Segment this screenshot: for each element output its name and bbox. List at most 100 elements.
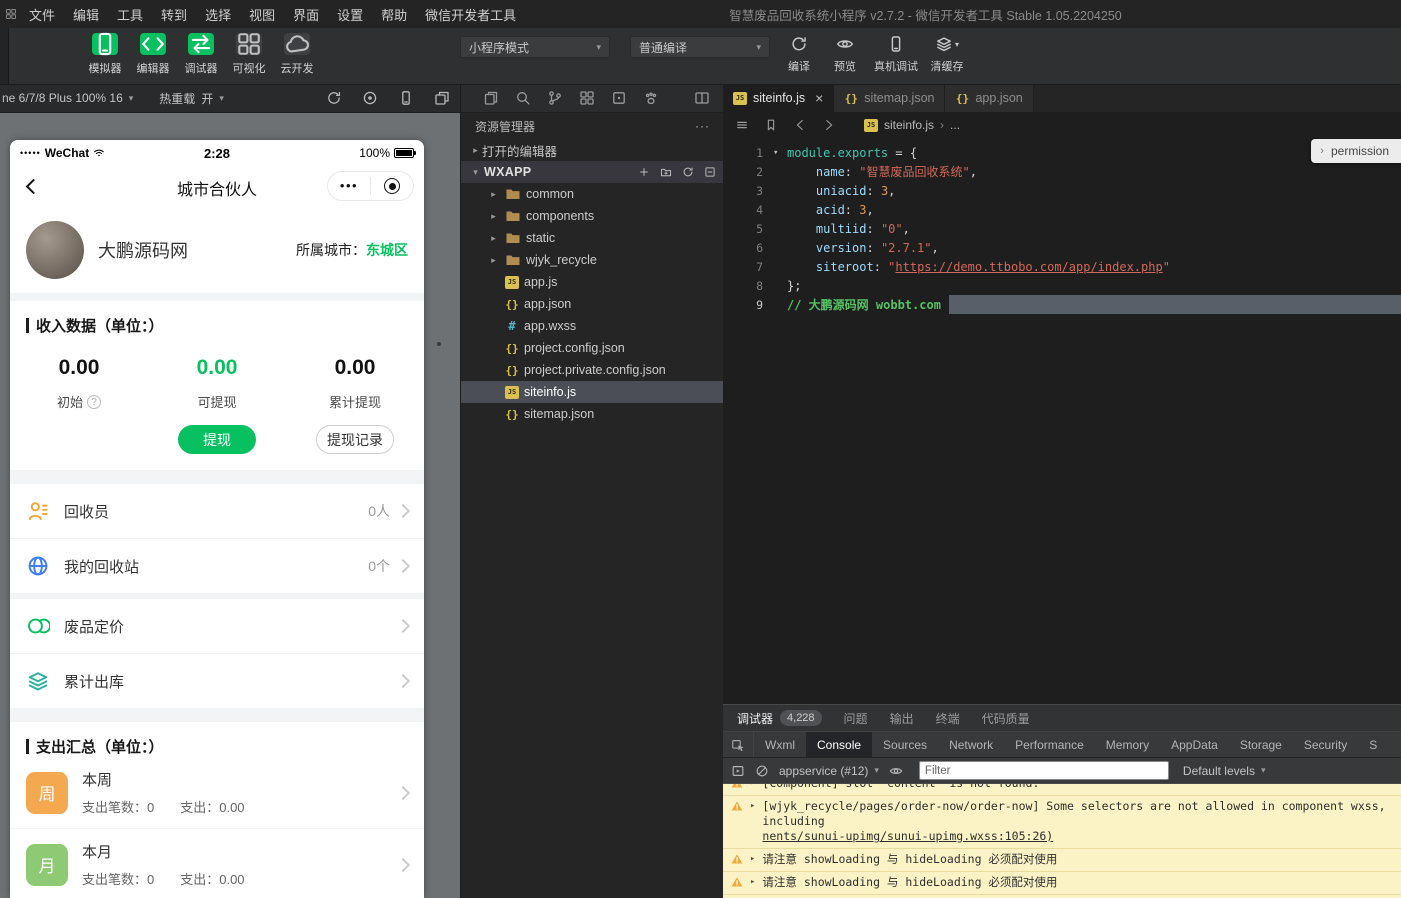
code-line[interactable]: 4 acid: 3, — [723, 200, 1401, 219]
console-warning[interactable]: ▸ [Component] slot "content" is not foun… — [723, 784, 1401, 796]
tree-item-project.private.config.json[interactable]: {} project.private.config.json — [461, 359, 724, 381]
compile-button[interactable]: 编译 — [782, 34, 816, 74]
permission-popup[interactable]: › permission — [1311, 139, 1401, 163]
nav-back-button[interactable] — [793, 118, 807, 132]
devtools-tab-Memory[interactable]: Memory — [1095, 732, 1160, 757]
menubar-item[interactable]: 转到 — [152, 5, 196, 24]
devtools-tab-Sources[interactable]: Sources — [872, 732, 938, 757]
menubar-item[interactable]: 界面 — [284, 5, 328, 24]
menubar-item[interactable]: 文件 — [20, 5, 64, 24]
code-line[interactable]: 6 version: "2.7.1", — [723, 238, 1401, 257]
menubar-item[interactable]: 微信开发者工具 — [416, 5, 525, 24]
menubar-item[interactable]: 设置 — [328, 5, 372, 24]
refresh-explorer-button[interactable] — [682, 166, 694, 178]
pet-button[interactable] — [643, 90, 659, 106]
more-menu-button[interactable]: ••• — [328, 172, 370, 200]
code-line[interactable]: 9 // 大鹏源码网 wobbt.com — [723, 295, 1401, 314]
simulator-button[interactable]: 模拟器 — [88, 33, 122, 76]
editor-tab-sitemap.json[interactable]: {} sitemap.json — [834, 84, 945, 112]
clear-cache-button[interactable]: ▾ 清缓存 — [930, 34, 964, 74]
console-warning[interactable]: ▸ 请注意 showLoading 与 hideLoading 必须配对使用 — [723, 872, 1401, 895]
devtools-tab-Network[interactable]: Network — [938, 732, 1004, 757]
code-editor[interactable]: 1 ▾ module.exports = { 2 name: "智慧废品回收系统… — [723, 138, 1401, 705]
search-button[interactable] — [515, 90, 531, 106]
phone-frame-button[interactable] — [398, 90, 414, 106]
more-actions-button[interactable]: ··· — [695, 119, 710, 133]
tree-item-project.config.json[interactable]: {} project.config.json — [461, 337, 724, 359]
home-button[interactable] — [371, 178, 413, 194]
screenshot-button[interactable] — [362, 90, 378, 106]
code-line[interactable]: 1 ▾ module.exports = { — [723, 143, 1401, 162]
expand-caret-icon[interactable]: ▸ — [750, 801, 755, 811]
expand-caret-icon[interactable]: ▸ — [750, 854, 755, 864]
expense-item-month[interactable]: 月 本月 支出笔数：0支出：0.00 — [10, 828, 424, 898]
refresh-button[interactable] — [326, 90, 342, 106]
device-select[interactable]: ne 6/7/8 Plus 100% 16 ▾ — [2, 91, 133, 105]
new-file-button[interactable] — [638, 166, 650, 178]
clear-console-button[interactable] — [755, 764, 769, 778]
files-button[interactable] — [483, 90, 499, 106]
menubar-item[interactable]: 帮助 — [372, 5, 416, 24]
outline-button[interactable] — [735, 118, 749, 132]
expense-item-week[interactable]: 周 本周 支出笔数：0支出：0.00 — [10, 757, 424, 828]
menu-item-total-outbound[interactable]: 累计出库 — [10, 653, 424, 708]
console-filter-input[interactable] — [919, 761, 1169, 780]
remote-debug-button[interactable]: 真机调试 — [874, 34, 918, 74]
code-line[interactable]: 5 multiid: "0", — [723, 219, 1401, 238]
breadcrumb-more[interactable]: ... — [950, 118, 960, 132]
withdraw-record-button[interactable]: 提现记录 — [316, 425, 394, 454]
help-icon[interactable]: ? — [87, 395, 101, 409]
menubar-item[interactable]: 视图 — [240, 5, 284, 24]
panel-tab-problems[interactable]: 问题 — [844, 710, 868, 727]
panel-tab-code-quality[interactable]: 代码质量 — [982, 710, 1030, 727]
menubar-item[interactable]: 工具 — [108, 5, 152, 24]
widgets-button[interactable] — [611, 90, 627, 106]
source-link[interactable]: nents/sunui-upimg/sunui-upimg.wxss:105:2… — [762, 829, 1053, 843]
new-folder-button[interactable] — [660, 166, 672, 178]
devtools-tab-S[interactable]: S — [1358, 732, 1388, 757]
code-line[interactable]: 7 siteroot: "https://demo.ttbobo.com/app… — [723, 257, 1401, 276]
extensions-button[interactable] — [579, 90, 595, 106]
expand-caret-icon[interactable]: ▸ — [750, 877, 755, 887]
menubar-item[interactable]: 编辑 — [64, 5, 108, 24]
tree-item-siteinfo.js[interactable]: JS siteinfo.js — [461, 381, 724, 403]
devtools-tab-AppData[interactable]: AppData — [1160, 732, 1229, 757]
bookmark-button[interactable] — [764, 118, 778, 132]
devtools-tab-Performance[interactable]: Performance — [1004, 732, 1095, 757]
tree-item-components[interactable]: ▸ components — [461, 205, 724, 227]
menu-item-scrap-pricing[interactable]: 废品定价 — [10, 599, 424, 653]
devtools-tab-Console[interactable]: Console — [806, 732, 872, 757]
log-levels-select[interactable]: Default levels ▾ — [1183, 764, 1266, 778]
collapse-all-button[interactable] — [704, 166, 716, 178]
multi-window-button[interactable] — [434, 90, 450, 106]
panel-tab-output[interactable]: 输出 — [890, 710, 914, 727]
source-control-button[interactable] — [547, 90, 563, 106]
tree-item-static[interactable]: ▸ static — [461, 227, 724, 249]
preview-button[interactable]: 预览 — [828, 34, 862, 74]
tree-item-common[interactable]: ▸ common — [461, 183, 724, 205]
dock-button[interactable] — [731, 764, 745, 778]
close-tab-icon[interactable]: × — [815, 91, 823, 105]
fold-caret-icon[interactable]: ▾ — [773, 148, 787, 158]
hot-reload-toggle[interactable]: 热重载 开 ▾ — [159, 90, 224, 107]
tree-item-app.json[interactable]: {} app.json — [461, 293, 724, 315]
nav-forward-button[interactable] — [822, 118, 836, 132]
devtools-tab-Storage[interactable]: Storage — [1229, 732, 1293, 757]
avatar[interactable] — [26, 221, 84, 279]
editor-tab-siteinfo.js[interactable]: JS siteinfo.js × — [723, 84, 834, 112]
withdraw-button[interactable]: 提现 — [178, 425, 256, 454]
compile-mode-select[interactable]: 普通编译 ▾ — [630, 36, 770, 58]
live-expression-button[interactable] — [889, 764, 903, 778]
project-root[interactable]: ▾ WXAPP — [461, 161, 724, 183]
editor-tab-app.json[interactable]: {} app.json — [945, 84, 1033, 112]
visualizer-button[interactable]: 可视化 — [232, 33, 266, 76]
code-line[interactable]: 3 uniacid: 3, — [723, 181, 1401, 200]
menu-item-recycler[interactable]: 回收员 0人 — [10, 484, 424, 538]
code-line[interactable]: 8 }; — [723, 276, 1401, 295]
menubar-item[interactable]: 选择 — [196, 5, 240, 24]
panel-tab-debugger[interactable]: 调试器4,228 — [737, 710, 822, 727]
execution-context-select[interactable]: appservice (#12) ▾ — [779, 764, 879, 778]
menu-item-my-station[interactable]: 我的回收站 0个 — [10, 538, 424, 593]
editor-button[interactable]: 编辑器 — [136, 33, 170, 76]
tree-item-app.js[interactable]: JS app.js — [461, 271, 724, 293]
